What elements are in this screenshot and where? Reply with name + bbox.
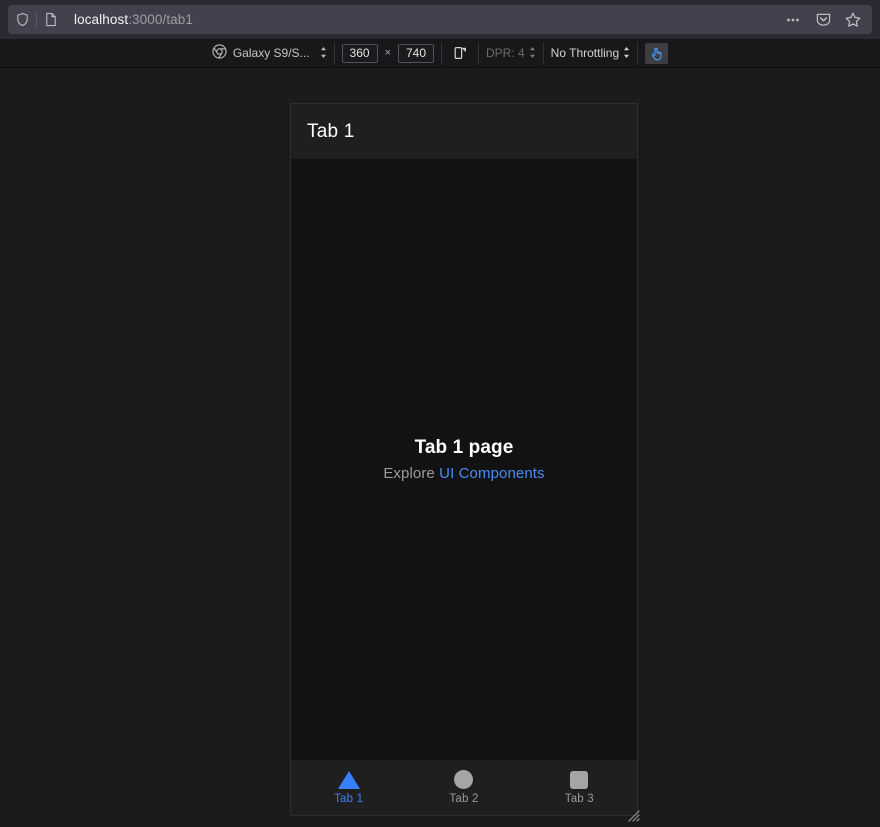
explore-text: Explore bbox=[383, 465, 440, 482]
address-bar[interactable]: localhost:3000/tab1 bbox=[8, 5, 872, 34]
app-header: Tab 1 bbox=[291, 104, 637, 159]
triangle-icon bbox=[337, 770, 360, 789]
app-content: Tab 1 page Explore UI Components bbox=[291, 159, 637, 760]
rotate-group[interactable] bbox=[442, 41, 479, 65]
tab-label: Tab 3 bbox=[564, 792, 594, 805]
device-frame: Tab 1 Tab 1 page Explore UI Components T… bbox=[290, 103, 640, 822]
page-document-icon[interactable] bbox=[37, 6, 65, 34]
device-select-chevron-icon[interactable] bbox=[320, 46, 327, 60]
circle-icon bbox=[454, 770, 474, 789]
ui-components-link[interactable]: UI Components bbox=[439, 465, 545, 482]
tab-label: Tab 1 bbox=[334, 792, 364, 805]
responsive-design-toolbar: Galaxy S9/S... × bbox=[0, 39, 880, 68]
more-options-icon[interactable] bbox=[779, 7, 807, 33]
rotate-viewport-icon[interactable] bbox=[449, 43, 471, 63]
url-path: :3000/tab1 bbox=[128, 12, 193, 27]
tab-button-tab2[interactable]: Tab 2 bbox=[406, 760, 521, 815]
tab-button-tab1[interactable]: Tab 1 bbox=[291, 760, 406, 815]
throttling-select-chevron-icon[interactable] bbox=[623, 46, 630, 60]
viewport-height-input[interactable] bbox=[397, 43, 434, 63]
shield-icon[interactable] bbox=[8, 6, 36, 34]
device-selector-group[interactable]: Galaxy S9/S... bbox=[205, 41, 335, 65]
square-icon bbox=[570, 770, 589, 789]
urlbar-actions bbox=[779, 7, 872, 33]
save-to-pocket-icon[interactable] bbox=[809, 7, 837, 33]
dpr-select-chevron-icon[interactable] bbox=[529, 46, 536, 60]
throttling-group[interactable]: No Throttling bbox=[544, 41, 639, 65]
device-selector[interactable]: Galaxy S9/S... bbox=[212, 44, 327, 62]
viewport-width-input[interactable] bbox=[341, 43, 378, 63]
touch-simulation-icon[interactable] bbox=[645, 42, 669, 64]
device-viewport: Tab 1 Tab 1 page Explore UI Components T… bbox=[290, 103, 638, 816]
content-subtext: Explore UI Components bbox=[383, 465, 544, 482]
throttling-label: No Throttling bbox=[550, 46, 620, 60]
url-host: localhost bbox=[74, 12, 129, 27]
content-heading: Tab 1 page bbox=[414, 437, 514, 458]
tab-label: Tab 2 bbox=[449, 793, 479, 805]
bookmark-star-icon[interactable] bbox=[839, 7, 867, 33]
responsive-viewport-stage: Tab 1 Tab 1 page Explore UI Components T… bbox=[0, 69, 880, 827]
viewport-size-group[interactable]: × bbox=[335, 41, 442, 65]
tab-button-tab3[interactable]: Tab 3 bbox=[522, 760, 637, 815]
chrome-browser-icon bbox=[212, 44, 227, 62]
url-text[interactable]: localhost:3000/tab1 bbox=[74, 12, 779, 27]
resize-grip-icon[interactable] bbox=[624, 806, 640, 822]
browser-chrome: localhost:3000/tab1 bbox=[0, 0, 880, 39]
dimension-separator: × bbox=[384, 47, 391, 59]
bottom-tab-bar: Tab 1 Tab 2 Tab 3 bbox=[291, 760, 637, 815]
dpr-group[interactable]: DPR: 4 bbox=[479, 41, 544, 65]
touch-simulation-group[interactable] bbox=[638, 42, 675, 65]
device-name-label: Galaxy S9/S... bbox=[232, 46, 310, 60]
page-title: Tab 1 bbox=[307, 120, 355, 142]
dpr-label: DPR: 4 bbox=[485, 46, 525, 60]
